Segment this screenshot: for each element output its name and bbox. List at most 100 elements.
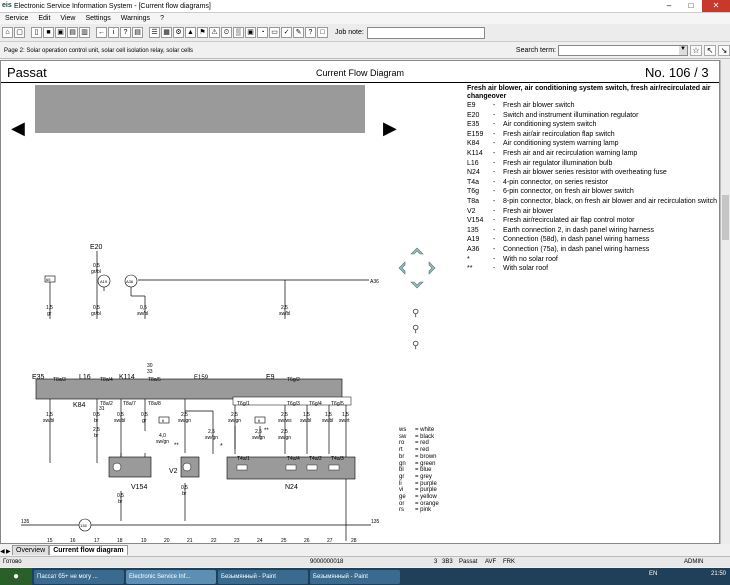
legend-desc: Fresh air blower series resistor with ov… [503,169,667,177]
help2-icon[interactable]: ? [305,27,316,38]
warning-icon[interactable]: ⚠ [209,27,220,38]
print-icon[interactable]: ▤ [67,27,78,38]
label-K114: K114 [119,374,135,381]
task-button[interactable]: Пассат б5+ не могу ... [34,569,124,584]
vertical-scrollbar[interactable] [720,60,730,544]
task-button[interactable]: Безымянный - Paint [218,569,308,584]
tag-icon[interactable]: ▲ [185,27,196,38]
prev-result-icon[interactable]: ↖ [704,45,716,56]
color-code-row: rs = pink [399,507,432,514]
document-icon[interactable]: ▤ [132,27,143,38]
folder-icon[interactable]: ■ [43,27,54,38]
clock[interactable]: 21:50 [711,571,726,577]
pan-control[interactable] [397,246,437,290]
legend-dash: - [493,265,496,273]
task-button[interactable]: Electronic Service Inf... [126,569,216,584]
wire-color: sw/bl [43,418,54,424]
tab-overview[interactable]: Overview [12,545,50,555]
legend-desc: Fresh air blower switch [503,102,575,109]
minimize-button[interactable]: – [658,0,680,12]
grid-icon[interactable]: ▦ [161,27,172,38]
status-field-5: FRK [503,559,515,565]
new-doc-icon[interactable]: ▯ [31,27,42,38]
status-field-1: 3 [434,559,438,565]
back-icon[interactable]: ← [96,27,107,38]
legend-code: L16 [467,159,479,167]
color-name: pink [420,507,432,514]
color-code-row: sw = black [399,433,435,440]
open-icon[interactable]: ▢ [14,27,25,38]
legend-row: E35 - Air conditioning system switch [467,120,717,130]
legend-dash: - [493,255,496,263]
legend-code: A36 [467,245,480,253]
label-L16: L16 [79,374,91,381]
legend-desc: Air conditioning system warning lamp [503,140,619,148]
maximize-button[interactable]: □ [680,0,702,12]
legend-dash: - [493,188,496,196]
legend-code: E20 [467,111,480,119]
legend-code: * [467,255,470,263]
help-icon[interactable]: ? [120,27,131,38]
menu-settings[interactable]: Settings [80,15,115,22]
prev-page-icon[interactable]: ◀ [11,118,25,139]
page-icon[interactable]: □ [317,27,328,38]
legend-code: E9 [467,102,476,109]
color-code-row: gn = green [399,460,436,467]
menu-service[interactable]: Service [0,15,33,22]
tool-icon[interactable]: ⚙ [173,27,184,38]
next-page-icon[interactable]: ▶ [383,118,397,139]
wire-color: sw/gn [228,418,241,424]
next-result-icon[interactable]: ↘ [718,45,730,56]
wire-color: br [94,418,99,424]
wire-color: sw/gn [252,435,265,441]
legend-row: T6g -6-pin connector, on fresh air blower… [467,187,717,197]
legend-desc: Connection (58d), in dash panel wiring h… [503,236,650,244]
home-icon[interactable]: ⌂ [2,27,13,38]
scrollbar-thumb[interactable] [722,195,729,240]
color-name: yellow [420,494,437,501]
bookmark-icon[interactable]: ⚑ [197,27,208,38]
search-input[interactable]: ▼ [558,45,688,56]
zoom-out-icon[interactable]: ⚲ [412,340,419,351]
tab-current-flow-diagram[interactable]: Current flow diagram [49,545,128,555]
list-icon[interactable]: ☰ [149,27,160,38]
menu-help[interactable]: ? [155,15,169,22]
menu-edit[interactable]: Edit [33,15,55,22]
task-button[interactable]: Безымянный - Paint [310,569,400,584]
legend-row: T8a -8-pin connector, black, on fresh air… [467,197,717,207]
save-icon[interactable]: ▣ [55,27,66,38]
job-note-field[interactable] [366,26,485,39]
label-A36: A36 [126,279,134,284]
menu-warnings[interactable]: Warnings [116,15,155,22]
car-side-icon[interactable]: ▭ [269,27,280,38]
timer-icon[interactable]: ⏲ [221,27,232,38]
toolbar-separator [144,27,148,38]
wire-color: gr/bl [91,269,101,275]
label-E159: E159 [194,375,209,381]
chevron-down-icon[interactable]: ▼ [679,46,687,55]
legend-row: N24 - Fresh air blower series resistor wit… [467,168,717,178]
preview-icon[interactable]: ▥ [79,27,90,38]
zoom-icon[interactable]: ⚲ [412,308,419,319]
car-icon[interactable]: ▣ [245,27,256,38]
language-indicator[interactable]: EN [649,571,657,577]
label-T6g4: T6g/4 [309,401,322,407]
notes-icon[interactable]: ✎ [293,27,304,38]
search-icon[interactable]: ☆ [690,45,702,56]
status-field-4: AVF [485,559,497,565]
dashboard-icon[interactable]: ◔ [257,27,268,38]
label-T4a2: T4a/2 [309,456,322,462]
legend-code: K84 [467,140,480,148]
label-T6g1: T6g/1 [237,401,250,407]
checklist-icon[interactable]: ✓ [281,27,292,38]
close-button[interactable]: ✕ [702,0,730,12]
bucket-icon[interactable]: ▒ [233,27,244,38]
color-code-row: rt = red [399,447,429,454]
zoom-in-icon[interactable]: ⚲ [412,324,419,335]
start-button[interactable]: ● [0,568,32,585]
label-A36-end: A36 [370,279,379,285]
color-name: red [420,447,429,454]
info-icon[interactable]: i [108,27,119,38]
menu-view[interactable]: View [55,15,80,22]
label-T4a1: T4a/1 [237,456,250,462]
